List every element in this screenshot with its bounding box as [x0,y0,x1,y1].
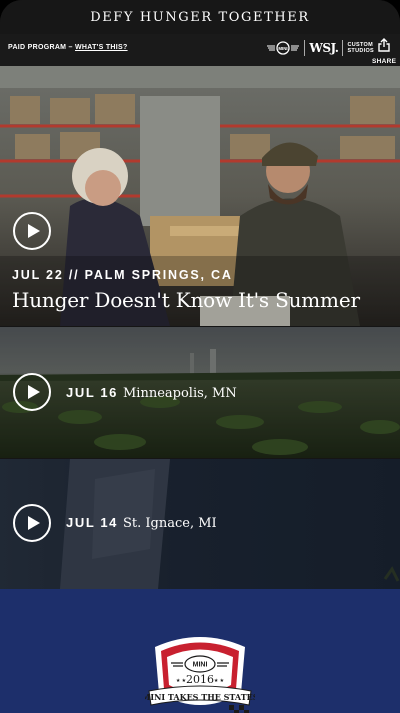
logo-divider [342,40,344,56]
page-title: DEFY HUNGER TOGETHER [90,9,310,25]
custom-studios-logo: CUSTOM STUDIOS [347,42,374,54]
sponsor-bar: PAID PROGRAM – WHAT'S THIS? MINI WSJ. CU… [0,34,400,66]
badge-star-right: ★ ★ [214,678,225,684]
sponsor-logos: MINI WSJ. CUSTOM STUDIOS [266,40,374,56]
whats-this-link[interactable]: WHAT'S THIS? [75,44,128,51]
badge-year: 2016 [186,673,214,686]
play-icon [27,516,40,530]
play-icon [27,385,40,399]
share-icon [378,38,390,52]
share-button[interactable]: SHARE [372,38,396,65]
video-card[interactable]: JUL 14 St. Ignace, MI [0,459,400,589]
badge-brand: MINI [193,662,208,669]
title-bar: DEFY HUNGER TOGETHER [0,0,400,34]
featured-title[interactable]: Hunger Doesn't Know It's Summer [12,288,360,312]
app-screen: DEFY HUNGER TOGETHER PAID PROGRAM – WHAT… [0,0,400,713]
logo-divider [304,40,306,56]
badge-banner-text: MINI TAKES THE STATES [145,692,255,702]
video-location: Minneapolis, MN [123,386,237,401]
share-label: SHARE [372,58,397,65]
warehouse-photo [0,66,400,326]
mini-takes-the-states-badge: MINI ★ ★ 2016 ★ ★ MINI TAKES THE STATES [145,637,255,713]
paid-program-text: PAID PROGRAM – [8,44,73,51]
campaign-banner: MINI ★ ★ 2016 ★ ★ MINI TAKES THE STATES [0,589,400,713]
play-icon [27,224,40,238]
mini-logo-text: MINI [279,46,288,51]
video-card[interactable]: JUL 16 Minneapolis, MN [0,327,400,458]
paid-program-label: PAID PROGRAM – WHAT'S THIS? [8,44,128,51]
video-date: JUL 16 [66,385,118,400]
play-button[interactable] [13,373,51,411]
video-location: St. Ignace, MI [123,516,217,531]
play-button[interactable] [13,504,51,542]
video-caption: JUL 16 Minneapolis, MN [66,385,237,401]
video-caption: JUL 14 St. Ignace, MI [66,515,217,531]
video-date: JUL 14 [66,515,118,530]
featured-video-card[interactable]: JUL 22 // PALM SPRINGS, CA Hunger Doesn'… [0,66,400,326]
play-button[interactable] [13,212,51,250]
mini-logo-icon: MINI [267,41,300,55]
featured-date-location: JUL 22 // PALM SPRINGS, CA [12,268,233,282]
custom-studios-line2: STUDIOS [347,48,374,54]
wsj-logo: WSJ. [309,41,339,55]
